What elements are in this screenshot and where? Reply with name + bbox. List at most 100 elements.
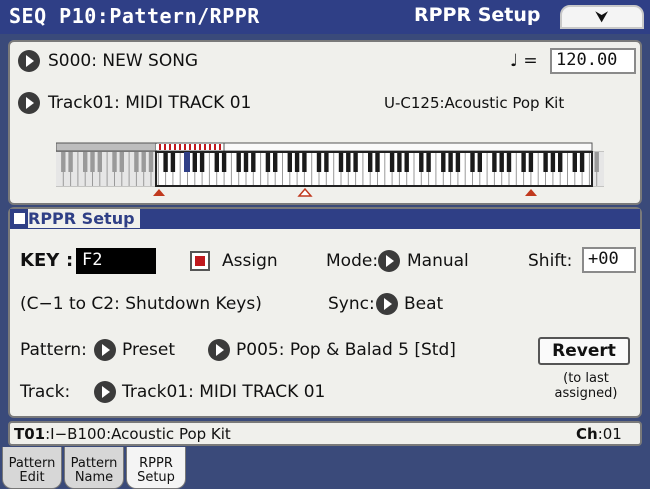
- black-key: [448, 152, 453, 172]
- black-key: [90, 152, 95, 172]
- sync-label: Sync:: [328, 294, 375, 314]
- black-key: [265, 152, 271, 172]
- section-header: RPPR Setup: [10, 209, 640, 229]
- pattern-bank-arrow-icon[interactable]: [94, 339, 116, 361]
- black-key: [594, 152, 599, 172]
- black-key: [68, 152, 73, 172]
- rppr-setup-panel: RPPR Setup KEY : F2 Assign Mode: Manual …: [8, 207, 642, 418]
- black-key: [558, 152, 563, 172]
- revert-button[interactable]: Revert: [538, 337, 630, 365]
- status-track-prefix: T01: [14, 425, 46, 443]
- black-key: [477, 152, 482, 172]
- pattern-value[interactable]: P005: Pop & Balad 5 [Std]: [236, 340, 456, 360]
- black-key: [455, 152, 461, 172]
- black-key: [316, 152, 322, 172]
- revert-note: (to last assigned): [536, 371, 636, 401]
- key-label: KEY: [20, 250, 60, 271]
- tempo-field[interactable]: 120.00: [550, 48, 636, 74]
- revert-note-line1: (to last: [563, 371, 609, 386]
- range-mid-marker[interactable]: [297, 187, 313, 197]
- shift-field[interactable]: +00: [582, 247, 636, 273]
- track-assign-arrow-icon[interactable]: [94, 381, 116, 403]
- black-key: [521, 152, 526, 172]
- black-key: [492, 152, 497, 172]
- tab-bar: Pattern Edit Pattern Name RPPR Setup: [0, 447, 650, 489]
- track-select-arrow-icon[interactable]: [18, 92, 40, 114]
- black-key: [97, 152, 102, 172]
- tab-pattern-edit-line2: Edit: [19, 470, 45, 485]
- tempo-symbol: ♩ =: [510, 51, 538, 71]
- song-select-arrow-icon[interactable]: [18, 50, 40, 72]
- black-key: [214, 152, 219, 172]
- song-track-panel: S000: NEW SONG ♩ = 120.00 Track01: MIDI …: [8, 40, 642, 205]
- section-title: RPPR Setup: [28, 209, 140, 228]
- black-key: [506, 152, 512, 172]
- black-key: [119, 152, 124, 172]
- black-key: [134, 152, 139, 172]
- black-key: [302, 152, 307, 172]
- black-key: [243, 152, 249, 172]
- black-key: [199, 152, 205, 172]
- black-key: [346, 152, 351, 172]
- black-key: [294, 152, 300, 172]
- sync-value[interactable]: Beat: [404, 294, 443, 314]
- tab-pattern-edit[interactable]: Pattern Edit: [2, 447, 62, 489]
- shutdown-keys-note: (C−1 to C2: Shutdown Keys): [20, 294, 262, 314]
- black-key: [426, 152, 431, 172]
- tab-rppr-setup[interactable]: RPPR Setup: [126, 447, 186, 489]
- status-program-line: T01:I−B100:Acoustic Pop Kit: [14, 425, 231, 443]
- tab-rppr-setup-line1: RPPR: [139, 456, 173, 471]
- section-square-icon: [14, 213, 25, 224]
- range-high-marker[interactable]: [525, 189, 537, 196]
- mode-value[interactable]: Manual: [407, 251, 469, 271]
- black-key: [192, 152, 197, 172]
- page-name: RPPR Setup: [414, 4, 541, 26]
- track-program: U-C125:Acoustic Pop Kit: [384, 94, 565, 112]
- pattern-bank[interactable]: Preset: [122, 340, 175, 360]
- keyboard-display: [55, 142, 605, 197]
- mode-label: Mode:: [326, 251, 379, 271]
- black-key: [528, 152, 534, 172]
- chevron-down-icon: ⮟: [595, 7, 609, 26]
- page-menu-button[interactable]: ⮟: [560, 5, 644, 29]
- black-key: [251, 152, 256, 172]
- tab-pattern-edit-line1: Pattern: [8, 456, 56, 471]
- black-key: [236, 152, 241, 172]
- black-key: [572, 152, 577, 172]
- status-channel: Ch:01: [576, 425, 622, 443]
- black-key: [287, 152, 292, 172]
- song-label[interactable]: S000: NEW SONG: [48, 51, 198, 71]
- track-assign-value[interactable]: Track01: MIDI TRACK 01: [122, 382, 325, 402]
- track-assign-label: Track:: [20, 382, 71, 402]
- mode-select-arrow-icon[interactable]: [378, 250, 400, 272]
- status-bar: T01:I−B100:Acoustic Pop Kit Ch:01: [8, 421, 642, 446]
- page-title: SEQ P10:Pattern/RPPR: [9, 4, 260, 28]
- range-low-marker[interactable]: [153, 189, 165, 196]
- assign-checkbox[interactable]: [190, 251, 210, 271]
- sync-select-arrow-icon[interactable]: [376, 293, 398, 315]
- black-key: [419, 152, 424, 172]
- black-key: [470, 152, 475, 172]
- black-key: [221, 152, 227, 172]
- black-key: [397, 152, 402, 172]
- black-key: [404, 152, 409, 172]
- black-key: [83, 152, 88, 172]
- keyboard-svg: [55, 142, 605, 197]
- status-ch-label: Ch: [576, 425, 598, 443]
- track-label[interactable]: Track01: MIDI TRACK 01: [48, 93, 251, 113]
- pattern-select-arrow-icon[interactable]: [208, 339, 230, 361]
- pattern-label: Pattern:: [20, 340, 87, 360]
- black-key: [375, 152, 380, 172]
- key-colon: :: [66, 250, 74, 271]
- black-key: [368, 152, 373, 172]
- black-key: [550, 152, 556, 172]
- key-field[interactable]: F2: [76, 248, 156, 274]
- black-key: [353, 152, 358, 172]
- tab-pattern-name-line2: Name: [74, 470, 114, 485]
- tab-rppr-setup-line2: Setup: [137, 470, 175, 485]
- revert-note-line2: assigned): [554, 386, 618, 401]
- black-key: [273, 152, 278, 172]
- tab-pattern-name[interactable]: Pattern Name: [64, 447, 124, 489]
- status-program: :I−B100:Acoustic Pop Kit: [45, 425, 231, 443]
- black-key: [112, 152, 117, 172]
